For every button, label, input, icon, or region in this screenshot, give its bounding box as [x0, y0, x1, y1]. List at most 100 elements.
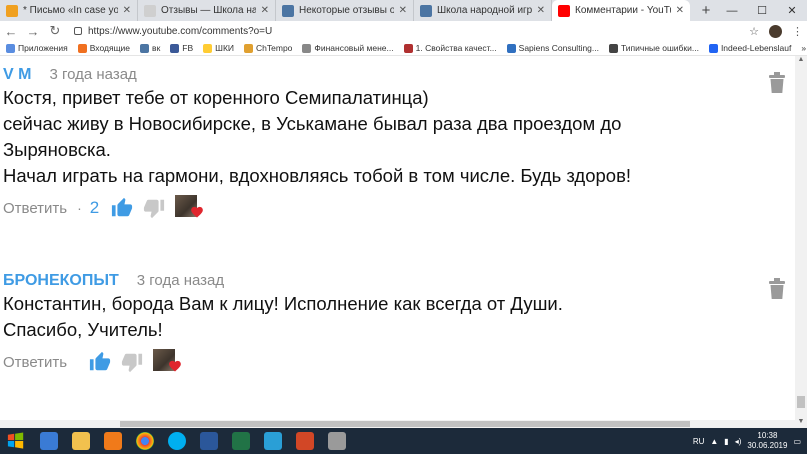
tab-vk-reviews[interactable]: Некоторые отзывы о методике ✕ — [276, 0, 414, 21]
bookmark-item[interactable]: Indeed-Lebenslauf — [708, 43, 792, 53]
trash-icon[interactable] — [767, 278, 791, 304]
start-button[interactable] — [0, 428, 32, 454]
clock[interactable]: 10:38 30.06.2019 — [747, 431, 787, 451]
bookmark-favicon-icon — [6, 43, 15, 53]
bookmark-favicon-icon — [77, 43, 87, 53]
notifications-icon[interactable]: ▭ — [793, 437, 801, 446]
language-indicator[interactable]: RU — [693, 437, 705, 446]
comment-line: сейчас живу в Новосибирске, в Уськамане … — [3, 113, 622, 134]
creator-heart-icon — [153, 349, 183, 375]
tab-reviews[interactable]: Отзывы — Школа народной игры ✕ — [138, 0, 276, 21]
page-favicon-icon — [144, 4, 156, 17]
bookmark-favicon-icon — [302, 43, 312, 53]
scrollbar-thumb[interactable] — [797, 396, 805, 408]
minimize-icon[interactable]: — — [717, 0, 747, 21]
scrollbar-thumb[interactable] — [120, 421, 690, 427]
bookmark-item[interactable]: ChTempo — [244, 43, 292, 53]
comment-line: Спасибо, Учитель! — [3, 319, 163, 340]
bookmark-label: Типичные ошибки... — [620, 43, 699, 53]
tab-title: Комментарии - YouTube — [575, 5, 671, 16]
scroll-up-icon[interactable]: ▲ — [795, 56, 807, 66]
bookmark-item[interactable]: Типичные ошибки... — [608, 43, 699, 53]
comment-time[interactable]: 3 года назад — [137, 272, 224, 289]
tray-arrow-icon[interactable]: ▲ — [710, 437, 718, 446]
tab-mail[interactable]: * Письмо «In case you missed it» ✕ — [0, 0, 138, 21]
taskbar-excel-icon[interactable] — [226, 429, 256, 453]
url-text[interactable]: https://www.youtube.com/comments?o=U — [88, 26, 272, 37]
taskbar-explorer-icon[interactable] — [34, 429, 64, 453]
like-count: 2 — [89, 198, 100, 217]
reload-icon[interactable]: ↻ — [48, 23, 62, 39]
vertical-scrollbar[interactable]: ▲ ▼ — [795, 56, 807, 428]
taskbar-folder-icon[interactable] — [66, 429, 96, 453]
clock-time: 10:38 — [757, 431, 778, 440]
vk-favicon-icon — [420, 4, 432, 17]
bookmark-item[interactable]: ШКИ — [203, 43, 234, 53]
close-icon[interactable]: ✕ — [261, 5, 269, 16]
menu-icon[interactable]: ⋮ — [792, 25, 803, 38]
comment-actions: Ответить — [3, 349, 773, 375]
address-bar[interactable]: https://www.youtube.com/comments?o=U — [70, 23, 741, 39]
new-tab-button[interactable]: + — [696, 0, 716, 20]
creator-heart-icon — [175, 195, 205, 221]
bookmark-label: Входящие — [89, 43, 131, 53]
tab-vk-school[interactable]: Школа народной игры на гармони ✕ — [414, 0, 552, 21]
maximize-icon[interactable]: ☐ — [747, 0, 777, 21]
bookmark-label: ШКИ — [215, 43, 235, 53]
bookmark-label: Indeed-Lebenslauf — [720, 43, 792, 53]
bookmark-item[interactable]: вк — [140, 43, 160, 53]
bookmark-favicon-icon — [170, 43, 180, 53]
taskbar-chrome-icon[interactable] — [130, 429, 160, 453]
profile-avatar[interactable] — [769, 24, 782, 38]
bookmarks-overflow-button[interactable]: » — [801, 43, 807, 53]
windows-taskbar: RU ▲ ▮ ◂) 10:38 30.06.2019 ▭ — [0, 428, 807, 454]
taskbar-word-icon[interactable] — [194, 429, 224, 453]
comment-time[interactable]: 3 года назад — [49, 66, 136, 83]
comment-author[interactable]: V M — [3, 66, 31, 84]
back-arrow-icon[interactable]: ← — [4, 24, 18, 39]
bookmark-favicon-icon — [140, 43, 150, 53]
taskbar-muse-icon[interactable] — [258, 429, 288, 453]
bookmark-item[interactable]: Приложения — [6, 43, 68, 53]
comment-line: Константин, борода Вам к лицу! Исполнени… — [3, 293, 563, 314]
taskbar-app-icon[interactable] — [322, 429, 352, 453]
bookmark-item[interactable]: Входящие — [77, 43, 131, 53]
reply-button[interactable]: Ответить — [3, 200, 67, 217]
bookmark-label: Приложения — [18, 43, 68, 53]
comment-author[interactable]: БРОНЕКОПЫТ — [3, 272, 119, 290]
close-icon[interactable]: ✕ — [676, 5, 684, 16]
volume-icon[interactable]: ◂) — [735, 437, 742, 446]
close-icon[interactable]: ✕ — [537, 5, 545, 16]
tab-title: * Письмо «In case you missed it» — [23, 5, 118, 16]
close-icon[interactable]: ✕ — [399, 5, 407, 16]
bookmark-item[interactable]: 1. Свойства качест... — [403, 43, 497, 53]
close-window-icon[interactable]: ✕ — [777, 0, 807, 21]
tab-youtube-comments[interactable]: Комментарии - YouTube ✕ — [552, 0, 690, 21]
thumbs-up-icon[interactable] — [109, 195, 135, 221]
bookmark-label: Финансовый мене... — [314, 43, 394, 53]
bookmark-favicon-icon — [403, 43, 413, 53]
star-icon[interactable]: ☆ — [749, 25, 759, 38]
bookmark-label: Sapiens Consulting... — [518, 43, 599, 53]
thumbs-down-icon[interactable] — [141, 195, 167, 221]
close-icon[interactable]: ✕ — [123, 5, 131, 16]
forward-arrow-icon[interactable]: → — [26, 24, 40, 39]
bookmark-favicon-icon — [203, 43, 213, 53]
bookmark-item[interactable]: FB — [170, 43, 193, 53]
trash-icon[interactable] — [767, 72, 791, 98]
taskbar-skype-icon[interactable] — [162, 429, 192, 453]
bookmark-item[interactable]: Sapiens Consulting... — [506, 43, 599, 53]
thumbs-down-icon[interactable] — [119, 349, 145, 375]
reply-button[interactable]: Ответить — [3, 354, 67, 371]
tab-title: Школа народной игры на гармони — [437, 5, 532, 16]
scroll-down-icon[interactable]: ▼ — [795, 418, 807, 428]
bookmark-item[interactable]: Финансовый мене... — [302, 43, 394, 53]
comment-item: БРОНЕКОПЫТ 3 года назад Константин, боро… — [3, 272, 773, 375]
thumbs-up-icon[interactable] — [87, 349, 113, 375]
taskbar-powerpoint-icon[interactable] — [290, 429, 320, 453]
network-icon[interactable]: ▮ — [724, 437, 728, 446]
taskbar-media-player-icon[interactable] — [98, 429, 128, 453]
horizontal-scrollbar[interactable] — [0, 420, 795, 428]
system-tray: RU ▲ ▮ ◂) 10:38 30.06.2019 ▭ — [693, 431, 807, 451]
bookmark-favicon-icon — [244, 43, 254, 53]
